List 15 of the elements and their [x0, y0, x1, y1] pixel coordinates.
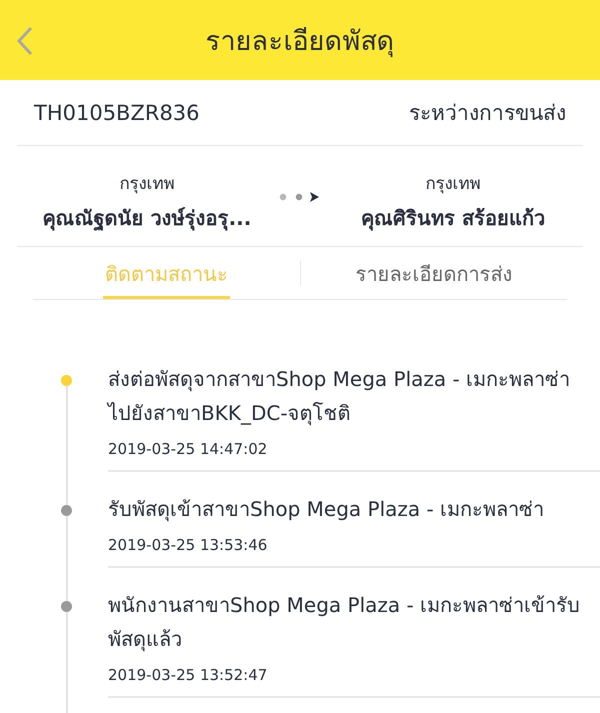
event-time: 2019-03-25 13:52:47 [108, 666, 268, 684]
sender-city: กรุงเทพ [120, 172, 174, 196]
sender-name: คุณณัฐดนัย วงษ์รุ่งอรุ... [42, 204, 252, 233]
tracking-number: TH0105BZR836 [34, 100, 200, 124]
event-time: 2019-03-25 14:47:02 [108, 440, 268, 458]
recipient-name: คุณศิรินทร สร้อยแก้ว [361, 204, 545, 233]
event-description: พนักงานสาขาShop Mega Plaza - เมกะพลาซ่าเข้ารับพัสดุแล้ว [108, 592, 582, 654]
event-time: 2019-03-25 13:53:46 [108, 536, 268, 554]
shipment-status: ระหว่างการขนส่ง [409, 100, 566, 127]
event-description: ส่งต่อพัสดุจากสาขาShop Mega Plaza - เมกะพลาซ่า ไปยังสาขาBKK_DC-จตุโชติ [108, 366, 572, 428]
event-description: รับพัสดุเข้าสาขาShop Mega Plaza - เมกะพลาซ่า [108, 496, 546, 524]
back-icon[interactable] [16, 26, 34, 56]
recipient-city: กรุงเทพ [426, 172, 480, 196]
page-title: รายละเอียดพัสดุ [206, 24, 394, 60]
tab[interactable]: รายละเอียดการส่ง [353, 247, 514, 299]
